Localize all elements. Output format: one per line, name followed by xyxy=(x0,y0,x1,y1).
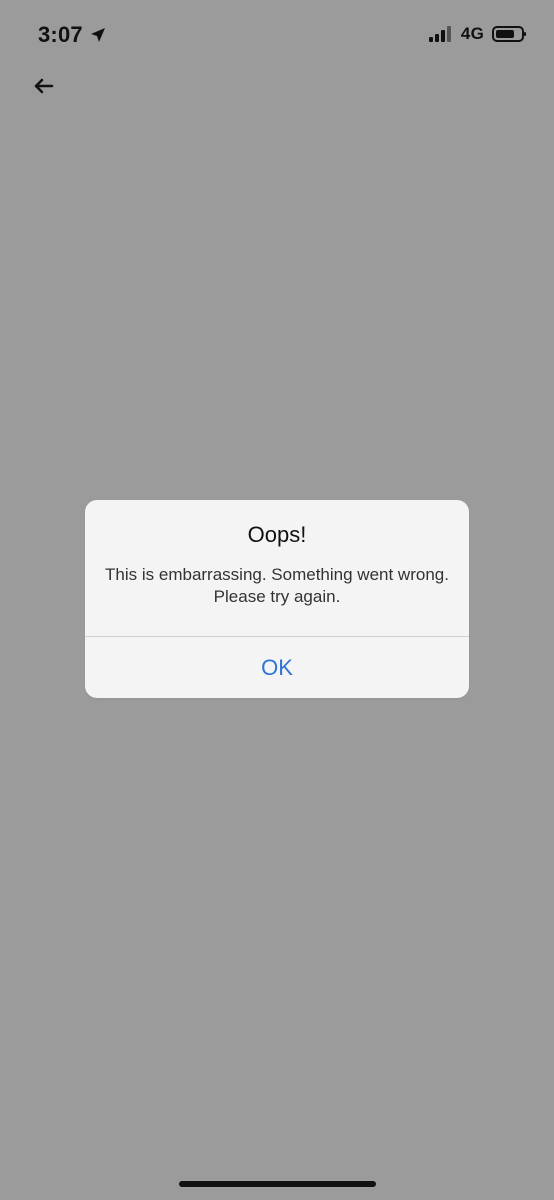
status-bar: 3:07 4G xyxy=(0,0,554,70)
ok-button[interactable]: OK xyxy=(85,637,469,698)
location-arrow-icon xyxy=(89,26,107,44)
back-arrow-icon xyxy=(32,74,56,98)
status-time: 3:07 xyxy=(38,22,83,47)
back-button[interactable] xyxy=(26,68,62,104)
system-status: 4G xyxy=(428,24,528,44)
time-group: 3:07 xyxy=(38,22,107,48)
alert-message: This is embarrassing. Something went wro… xyxy=(105,565,449,606)
error-alert-dialog: Oops! This is embarrassing. Something we… xyxy=(85,500,469,698)
home-indicator xyxy=(179,1181,376,1187)
cellular-signal-icon xyxy=(428,26,453,42)
alert-title: Oops! xyxy=(247,522,307,547)
battery-icon xyxy=(492,25,528,43)
network-label: 4G xyxy=(460,24,484,43)
